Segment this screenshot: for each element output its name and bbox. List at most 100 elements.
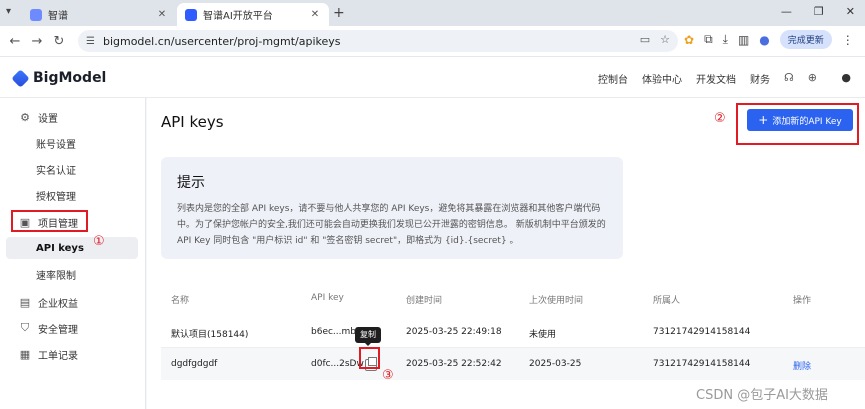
annotation-mark-3: ③ xyxy=(382,368,394,383)
close-tab-icon[interactable]: ✕ xyxy=(156,9,168,20)
user-avatar-icon[interactable]: ● xyxy=(841,71,851,84)
brand-logo-icon xyxy=(11,68,30,88)
settings-icon: ⚙ xyxy=(20,110,30,124)
col-created: 创建时间 xyxy=(406,296,443,306)
window-controls: — ❐ ✕ xyxy=(781,5,855,18)
tip-box: 提示 列表内是您的全部 API keys，请不要与他人共享您的 API Keys… xyxy=(161,157,623,259)
watermark: CSDN @包子AI大数据 xyxy=(696,388,828,403)
sidebar-item-verification[interactable]: 实名认证 xyxy=(6,158,138,180)
cell-owner: 73121742914158144 xyxy=(653,327,751,337)
extensions-icon[interactable]: ⧉ xyxy=(704,32,713,47)
col-api-key: API key xyxy=(311,293,344,303)
api-keys-table: 名称 API key 创建时间 上次使用时间 所属人 操作 默认项目(15814… xyxy=(161,284,865,380)
tip-line: 中。为了保护您帐户的安全,我们还可能会自动更换我们发现已公开泄露的密钥信息。 新… xyxy=(177,220,606,230)
menu-icon[interactable]: ⋮ xyxy=(842,33,854,47)
sidebar-label: 工单记录 xyxy=(38,350,78,362)
new-tab-icon[interactable]: + xyxy=(333,5,345,21)
toolbar-actions: ✿ ⧉ ⤓ ▥ ● 完成更新 ⋮ xyxy=(684,30,854,49)
sidebar-section-tickets[interactable]: ▦ 工单记录 xyxy=(6,343,138,365)
nav-docs[interactable]: 开发文档 xyxy=(696,71,736,86)
sidebar-section-security[interactable]: ⛉ 安全管理 xyxy=(6,317,138,339)
globe-icon[interactable]: ⊕ xyxy=(808,71,817,86)
sidebar-label: 安全管理 xyxy=(38,324,78,336)
tip-line: 列表内是您的全部 API keys，请不要与他人共享您的 API Keys，避免… xyxy=(177,204,601,214)
tab-title: 智谱 xyxy=(48,11,68,22)
sidepanel-icon[interactable]: ▥ xyxy=(738,33,749,47)
annotation-box-copy xyxy=(359,347,380,369)
profile-icon[interactable]: ● xyxy=(759,33,769,47)
table-row: dgdfgdgdf d0fc...2sDw 2025-03-25 22:52:4… xyxy=(161,348,865,380)
tab-favicon xyxy=(185,8,197,21)
cell-created: 2025-03-25 22:49:18 xyxy=(406,327,502,337)
sidebar-item-account[interactable]: 账号设置 xyxy=(6,132,138,154)
close-window-icon[interactable]: ✕ xyxy=(846,5,855,18)
sidebar-section-settings[interactable]: ⚙ 设置 xyxy=(6,106,138,128)
extension-icon-1[interactable]: ✿ xyxy=(684,33,694,47)
building-icon: ▤ xyxy=(19,295,31,309)
url-text: bigmodel.cn/usercenter/proj-mgmt/apikeys xyxy=(102,34,341,48)
annotation-box-project-mgmt xyxy=(11,210,88,232)
col-actions: 操作 xyxy=(793,296,812,306)
browser-tab-1[interactable]: 智谱 ✕ xyxy=(22,3,176,26)
sidebar-section-enterprise[interactable]: ▤ 企业权益 xyxy=(6,291,138,313)
cast-icon[interactable]: ▭ xyxy=(640,33,650,46)
brand-name: BigModel xyxy=(33,70,107,86)
page-title: API keys xyxy=(161,113,224,131)
update-button[interactable]: 完成更新 xyxy=(779,30,832,49)
annotation-mark-1: ① xyxy=(93,234,105,249)
copy-tooltip: 复制 xyxy=(355,327,381,346)
nav-playground[interactable]: 体验中心 xyxy=(642,71,682,86)
close-tab-icon[interactable]: ✕ xyxy=(309,9,321,20)
cell-name: dgdfgdgdf xyxy=(171,359,218,369)
site-info-icon[interactable]: ☰ xyxy=(86,36,95,47)
cell-last-used: 2025-03-25 xyxy=(529,359,582,369)
cell-owner: 73121742914158144 xyxy=(653,359,751,369)
brand[interactable]: BigModel xyxy=(11,68,107,88)
col-name: 名称 xyxy=(171,296,190,306)
sidebar-label: 账号设置 xyxy=(36,139,76,151)
annotation-box-add-button xyxy=(736,103,859,145)
cell-created: 2025-03-25 22:52:42 xyxy=(406,359,502,369)
browser-tab-2[interactable]: 智谱AI开放平台 ✕ xyxy=(177,3,329,26)
address-bar[interactable]: ☰ bigmodel.cn/usercenter/proj-mgmt/apike… xyxy=(78,30,678,52)
download-icon[interactable]: ⤓ xyxy=(723,32,728,47)
tab-title: 智谱AI开放平台 xyxy=(203,11,273,22)
tab-favicon xyxy=(30,8,42,21)
cell-name: 默认项目(158144) xyxy=(171,330,249,340)
tip-title: 提示 xyxy=(177,175,205,191)
back-icon[interactable]: ← xyxy=(4,34,26,49)
sidebar: ⚙ 设置 账号设置 实名认证 授权管理 ▣ 项目管理 API keys 速率限制… xyxy=(0,98,146,409)
nav-finance[interactable]: 财务 xyxy=(750,71,770,86)
bookmark-star-icon[interactable]: ☆ xyxy=(660,33,670,46)
browser-tab-bar: ▾ 智谱 ✕ 智谱AI开放平台 ✕ + — ❐ ✕ xyxy=(0,0,865,26)
browser-toolbar: ← → ↻ ☰ bigmodel.cn/usercenter/proj-mgmt… xyxy=(0,26,865,56)
tip-text: 列表内是您的全部 API keys，请不要与他人共享您的 API Keys，避免… xyxy=(177,201,607,249)
tip-line: API Key 同时包含 "用户标识 id" 和 "签名密钥 secret"，即… xyxy=(177,236,519,246)
col-last-used: 上次使用时间 xyxy=(529,296,584,306)
sidebar-label: 设置 xyxy=(38,113,58,125)
sidebar-label: 企业权益 xyxy=(38,298,78,310)
app-header: BigModel 控制台 体验中心 开发文档 财务 ☊ ⊕ ● xyxy=(0,56,865,98)
top-nav: 控制台 体验中心 开发文档 财务 ☊ ⊕ xyxy=(598,71,817,86)
cell-api-key: d0fc...2sDw xyxy=(311,359,364,369)
restore-icon[interactable]: ❐ xyxy=(814,5,824,18)
table-header: 名称 API key 创建时间 上次使用时间 所属人 操作 xyxy=(161,284,865,316)
tab-list-icon[interactable]: ▾ xyxy=(6,6,11,17)
minimize-icon[interactable]: — xyxy=(781,5,792,18)
support-icon[interactable]: ☊ xyxy=(784,71,794,86)
sidebar-item-rate-limit[interactable]: 速率限制 xyxy=(6,263,138,285)
sidebar-label: 授权管理 xyxy=(36,191,76,203)
delete-link[interactable]: 删除 xyxy=(793,359,811,372)
sidebar-label: 实名认证 xyxy=(36,165,76,177)
sidebar-item-api-keys[interactable]: API keys xyxy=(6,237,138,259)
cell-api-key: b6ec...mbY xyxy=(311,327,362,337)
sidebar-item-authorization[interactable]: 授权管理 xyxy=(6,184,138,206)
ticket-icon: ▦ xyxy=(19,347,31,361)
forward-icon[interactable]: → xyxy=(26,34,48,49)
col-owner: 所属人 xyxy=(653,296,681,306)
reload-icon[interactable]: ↻ xyxy=(48,34,70,49)
sidebar-label: 速率限制 xyxy=(36,270,76,282)
table-row: 默认项目(158144) b6ec...mbY 2025-03-25 22:49… xyxy=(161,316,865,348)
nav-console[interactable]: 控制台 xyxy=(598,71,628,86)
cell-last-used: 未使用 xyxy=(529,330,557,340)
